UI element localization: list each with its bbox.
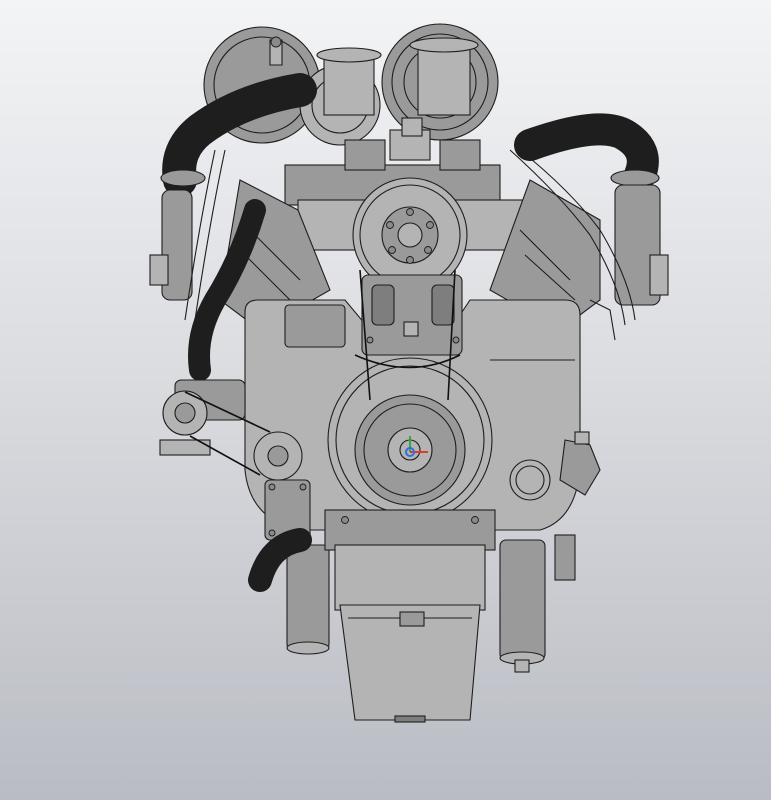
right-cover-port[interactable] bbox=[509, 459, 551, 501]
right-side-manifold[interactable] bbox=[614, 184, 669, 306]
oil-pan[interactable] bbox=[339, 604, 481, 723]
right-intake-pipe[interactable] bbox=[514, 113, 660, 191]
left-side-manifold[interactable] bbox=[149, 189, 193, 301]
left-exhaust-outlet[interactable] bbox=[316, 47, 382, 116]
3d-viewport[interactable] bbox=[0, 0, 771, 800]
right-oil-filter[interactable] bbox=[499, 534, 576, 673]
right-exhaust-outlet[interactable] bbox=[409, 37, 479, 116]
left-oil-filter[interactable] bbox=[248, 528, 330, 655]
lower-block[interactable] bbox=[324, 509, 496, 611]
turbo-pipe-connector[interactable] bbox=[269, 36, 283, 66]
idler-bracket[interactable] bbox=[361, 274, 463, 356]
engine-model[interactable] bbox=[0, 0, 771, 800]
